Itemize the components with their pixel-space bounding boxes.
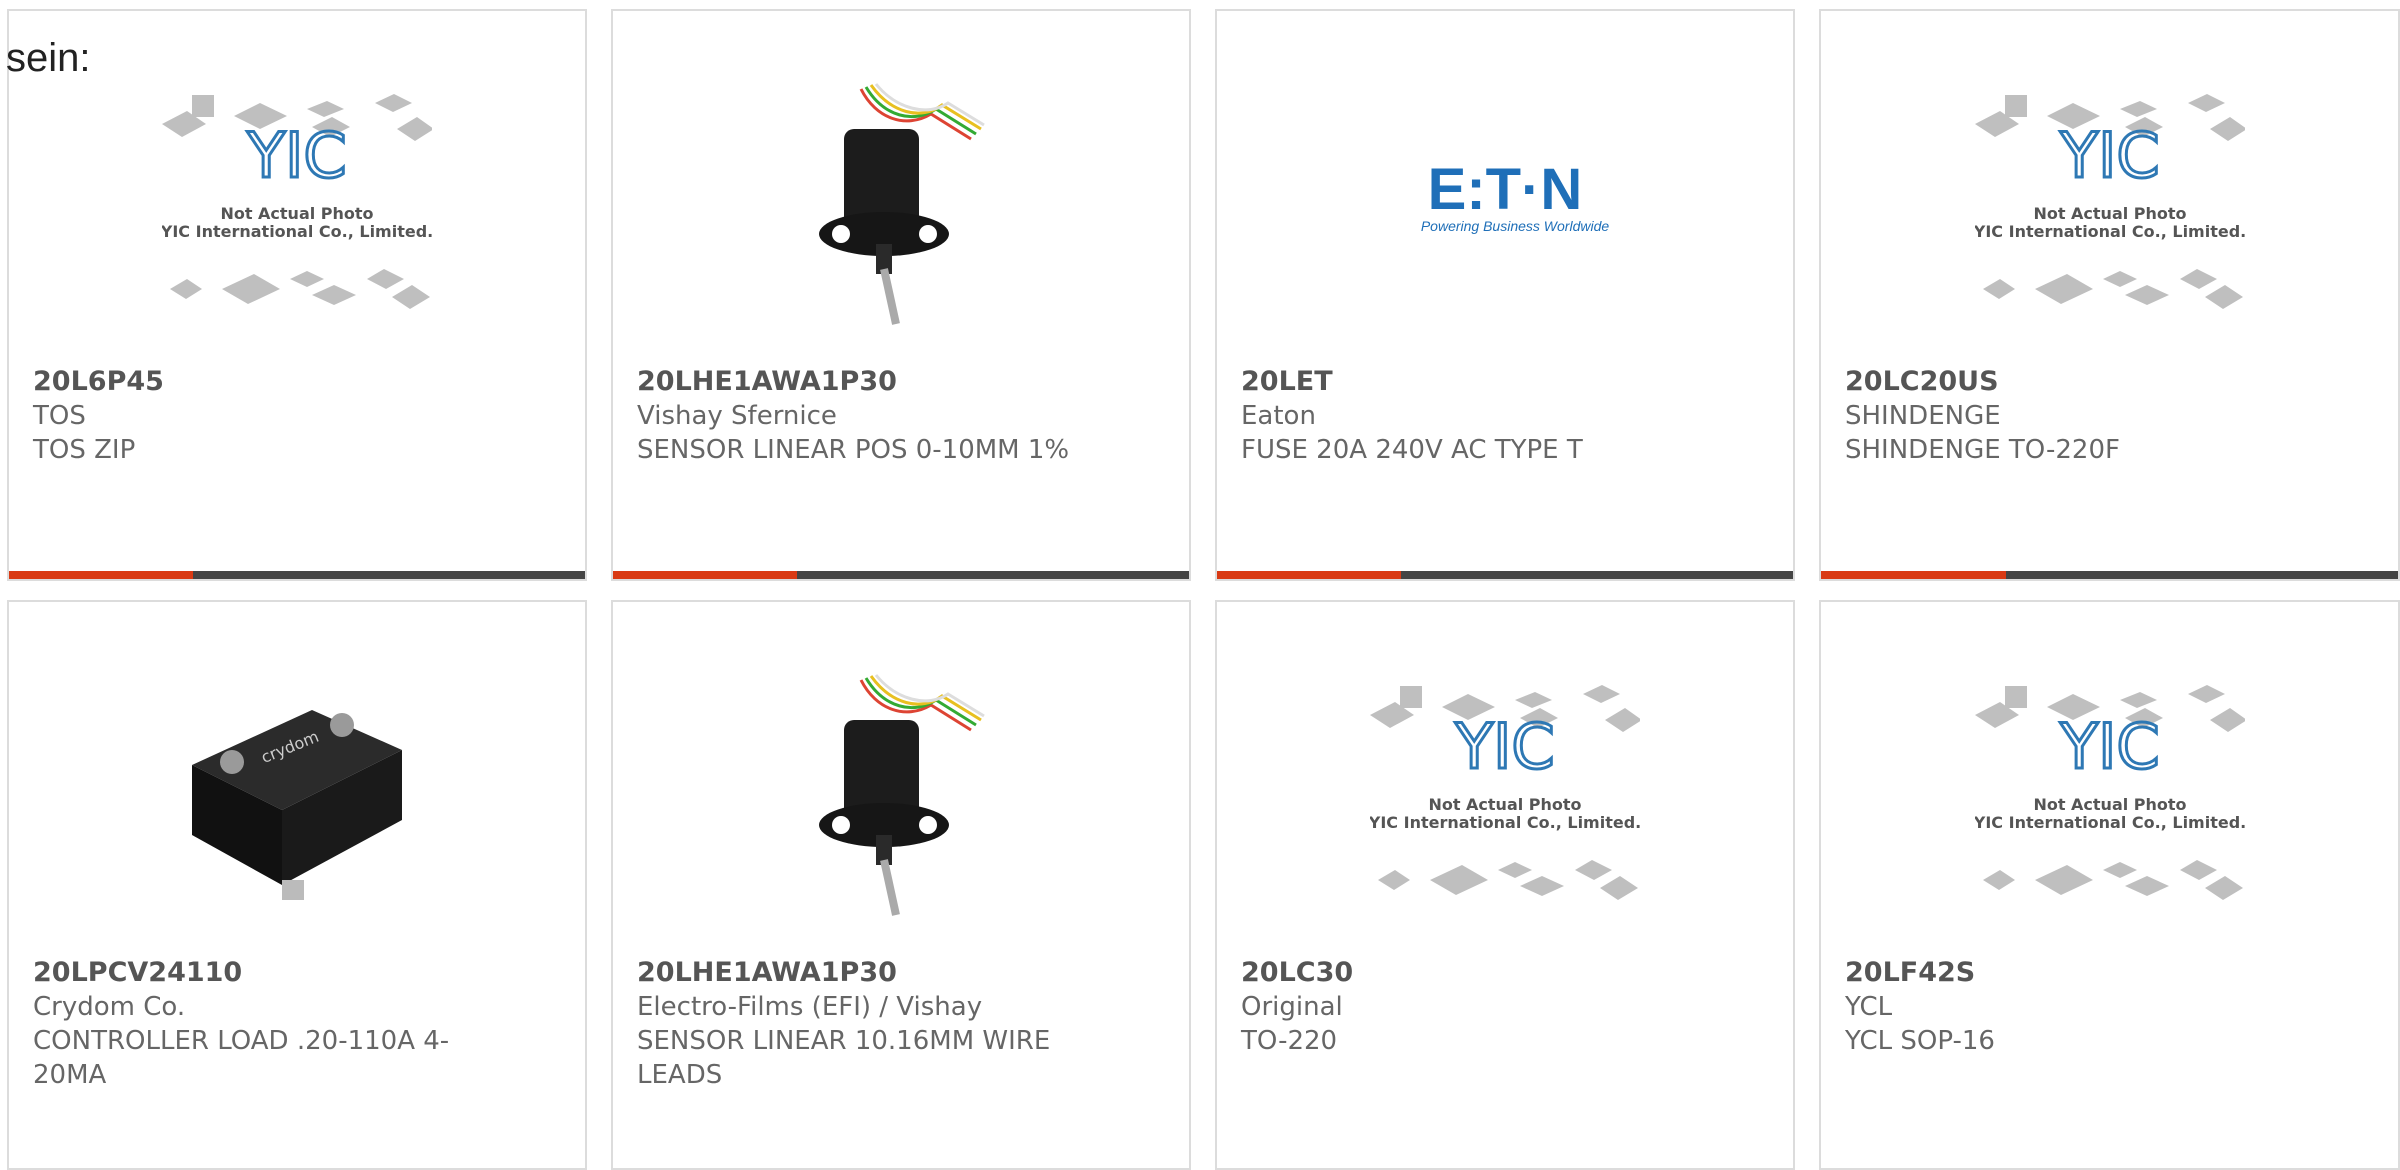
part-number[interactable]: 20LC20US bbox=[1845, 365, 1999, 399]
card-bar-accent bbox=[1217, 571, 1402, 579]
crydom-controller-photo: crydom bbox=[192, 710, 402, 900]
description: YCL SOP-16 bbox=[1845, 1026, 1995, 1056]
description: SENSOR LINEAR 10.16MM WIRE LEADS bbox=[637, 1026, 1051, 1090]
part-number[interactable]: 20LC30 bbox=[1241, 956, 1353, 990]
product-image[interactable]: YIC Not Actual Photo YIC International C… bbox=[1370, 670, 1640, 920]
part-number[interactable]: 20L6P45 bbox=[33, 365, 164, 399]
manufacturer: TOS bbox=[33, 401, 86, 431]
placeholder-icon: YIC Not Actual Photo YIC International C… bbox=[1370, 685, 1640, 900]
product-card[interactable]: E:T·N Powering Business Worldwide 20LET … bbox=[1215, 9, 1795, 581]
svg-text:Not Actual Photo: Not Actual Photo bbox=[1428, 795, 1581, 814]
svg-text:YIC International Co., Limited: YIC International Co., Limited. bbox=[1975, 222, 2245, 241]
eaton-logo: E:T·N Powering Business Worldwide bbox=[1421, 157, 1610, 234]
svg-text:YIC: YIC bbox=[2059, 119, 2159, 192]
linear-sensor-photo bbox=[819, 83, 985, 325]
card-bar bbox=[613, 571, 1189, 579]
description: CONTROLLER LOAD .20-110A 4-20MA bbox=[33, 1026, 450, 1090]
svg-text:Not Actual Photo: Not Actual Photo bbox=[2033, 795, 2186, 814]
svg-text:YIC: YIC bbox=[1454, 710, 1554, 783]
placeholder-icon: YIC Not Actual Photo YIC International C… bbox=[1974, 94, 2245, 309]
manufacturer: YCL bbox=[1845, 992, 1893, 1022]
manufacturer: SHINDENGE bbox=[1845, 401, 2001, 431]
product-card[interactable]: YIC Not Actual Photo YIC International C… bbox=[1819, 9, 2400, 581]
card-bar bbox=[1821, 571, 2398, 579]
product-card[interactable]: crydom 20LPCV24110 Crydom Co. CONTROLLER… bbox=[7, 600, 587, 1170]
manufacturer: Electro-Films (EFI) / Vishay bbox=[637, 992, 983, 1022]
lead-text: sein: bbox=[6, 36, 91, 80]
svg-text:YIC International Co., Limited: YIC International Co., Limited. bbox=[1975, 813, 2245, 832]
product-image[interactable]: YIC Not Actual Photo YIC International C… bbox=[1974, 79, 2245, 329]
card-bar-accent bbox=[9, 571, 194, 579]
svg-text:YIC International Co., Limited: YIC International Co., Limited. bbox=[1370, 813, 1640, 832]
part-number[interactable]: 20LHE1AWA1P30 bbox=[637, 956, 897, 990]
card-bar-accent bbox=[1821, 571, 2006, 579]
manufacturer: Crydom Co. bbox=[33, 992, 186, 1022]
svg-text:E:T·N: E:T·N bbox=[1428, 157, 1583, 222]
part-number[interactable]: 20LHE1AWA1P30 bbox=[637, 365, 897, 399]
card-bar bbox=[9, 571, 585, 579]
svg-text:YIC International Co., Limited: YIC International Co., Limited. bbox=[162, 222, 432, 241]
product-card[interactable]: YIC Not Actual Photo YIC International C… bbox=[7, 9, 587, 581]
description: SHINDENGE TO-220F bbox=[1845, 435, 2120, 465]
product-image[interactable]: crydom bbox=[162, 670, 432, 920]
description: TOS ZIP bbox=[33, 435, 136, 465]
part-number[interactable]: 20LPCV24110 bbox=[33, 956, 242, 990]
manufacturer: Vishay Sfernice bbox=[637, 401, 837, 431]
svg-text:YIC: YIC bbox=[246, 119, 346, 192]
product-card[interactable]: YIC Not Actual Photo YIC International C… bbox=[1819, 600, 2400, 1170]
product-card[interactable]: 20LHE1AWA1P30 Vishay Sfernice SENSOR LIN… bbox=[611, 9, 1191, 581]
description: TO-220 bbox=[1241, 1026, 1338, 1056]
product-image[interactable] bbox=[766, 670, 1036, 920]
description: SENSOR LINEAR POS 0-10MM 1% bbox=[637, 435, 1070, 465]
product-card[interactable]: 20LHE1AWA1P30 Electro-Films (EFI) / Vish… bbox=[611, 600, 1191, 1170]
placeholder-icon: YIC Not Actual Photo YIC International C… bbox=[1974, 685, 2245, 900]
manufacturer: Eaton bbox=[1241, 401, 1316, 431]
product-image[interactable]: E:T·N Powering Business Worldwide bbox=[1370, 79, 1640, 329]
svg-text:Not Actual Photo: Not Actual Photo bbox=[220, 204, 373, 223]
description: FUSE 20A 240V AC TYPE T bbox=[1241, 435, 1583, 465]
placeholder-icon: YIC Not Actual Photo YIC International C… bbox=[162, 94, 432, 309]
product-image[interactable] bbox=[766, 79, 1036, 329]
card-bar bbox=[1217, 571, 1793, 579]
product-grid: YIC Not Actual Photo YIC International C… bbox=[0, 0, 2400, 1170]
svg-text:Powering Business Worldwide: Powering Business Worldwide bbox=[1421, 218, 1610, 234]
product-image[interactable]: YIC Not Actual Photo YIC International C… bbox=[1974, 670, 2245, 920]
card-bar-accent bbox=[613, 571, 798, 579]
product-image[interactable]: YIC Not Actual Photo YIC International C… bbox=[162, 79, 432, 329]
manufacturer: Original bbox=[1241, 992, 1343, 1022]
part-number[interactable]: 20LET bbox=[1241, 365, 1333, 399]
svg-text:Not Actual Photo: Not Actual Photo bbox=[2033, 204, 2186, 223]
part-number[interactable]: 20LF42S bbox=[1845, 956, 1975, 990]
linear-sensor-photo bbox=[819, 674, 985, 916]
product-card[interactable]: YIC Not Actual Photo YIC International C… bbox=[1215, 600, 1795, 1170]
svg-text:YIC: YIC bbox=[2059, 710, 2159, 783]
